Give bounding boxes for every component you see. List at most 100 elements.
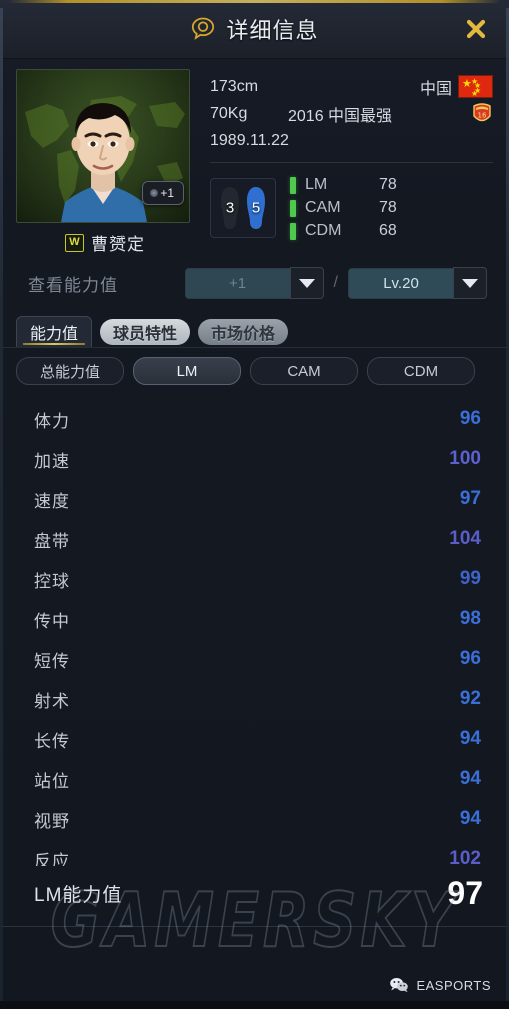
stat-value: 99 (459, 568, 481, 589)
chevron-down-icon (298, 278, 315, 288)
season-medal-icon: 16 (471, 102, 493, 126)
player-face (61, 103, 147, 222)
stat-value: 97 (459, 488, 481, 509)
stat-name: 视野 (34, 811, 70, 831)
position-value: 68 (379, 222, 397, 239)
stat-value: 96 (459, 648, 481, 669)
position-bar-icon (290, 199, 296, 217)
page-title: 详细信息 (226, 18, 319, 43)
foot-ratings: 3 5 (210, 178, 276, 238)
subtab-cam[interactable]: CAM (250, 357, 358, 385)
stat-row: 体力 96 (0, 399, 509, 439)
stat-row: 射术 92 (0, 679, 509, 719)
player-nation: 中国 ★ ★ ★ ★ ★ (420, 75, 493, 99)
stat-value: 94 (459, 808, 481, 829)
stat-name: 加速 (34, 451, 70, 471)
stat-value: 102 (449, 848, 481, 866)
player-name-badge: W (65, 233, 84, 252)
boost-select-value[interactable]: +1 (184, 267, 290, 299)
close-icon[interactable] (461, 14, 491, 44)
player-photo-column: +1 W 曹赟定 (16, 69, 194, 255)
panel-left-frame (0, 8, 3, 1009)
player-detail-panel: 详细信息 +1 W 曹赟定 173cm 中国 ★ ★ ★ ★ ★ 70Kg 20… (0, 0, 509, 1009)
stat-name: 体力 (34, 411, 70, 431)
weak-foot-icon: 3 (219, 186, 241, 230)
weak-foot-value: 3 (225, 199, 235, 217)
stat-value: 100 (449, 448, 481, 469)
stat-row: 短传 96 (0, 639, 509, 679)
stat-name: 反应 (34, 851, 70, 867)
player-birthday: 1989.11.22 (210, 131, 289, 149)
player-photo: +1 (16, 69, 190, 223)
stat-name: 长传 (34, 731, 70, 751)
stat-row: 反应 102 (0, 839, 509, 866)
stat-name: 站位 (34, 771, 70, 791)
stat-value: 96 (459, 408, 481, 429)
stat-value: 94 (459, 728, 481, 749)
position-rating-list: LM 78 CAM 78 CDM 68 (290, 175, 419, 241)
panel-footer: EASPORTS (0, 927, 509, 1009)
stat-value: 98 (459, 608, 481, 629)
stat-name: 射术 (34, 691, 70, 711)
position-bar-icon (290, 222, 296, 240)
player-name-row: W 曹赟定 (16, 230, 194, 255)
stat-row: 视野 94 (0, 799, 509, 839)
tab-abilities[interactable]: 能力值 (16, 316, 93, 347)
stat-name: 速度 (34, 491, 70, 511)
flag-star-4: ★ (471, 89, 479, 98)
info-divider (210, 162, 493, 163)
position-value: 78 (379, 199, 397, 216)
ability-selector-label: 查看能力值 (28, 275, 118, 295)
total-rating-label: LM能力值 (34, 884, 123, 906)
stat-row: 长传 94 (0, 719, 509, 759)
position-name: CDM (305, 222, 342, 239)
stat-value: 104 (449, 528, 481, 549)
total-rating-row: LM能力值 97 (0, 866, 509, 927)
position-row: LM 78 (290, 175, 419, 195)
china-flag-icon: ★ ★ ★ ★ ★ (458, 75, 493, 98)
strong-foot-value: 5 (251, 199, 261, 217)
player-summary: +1 W 曹赟定 173cm 中国 ★ ★ ★ ★ ★ 70Kg 2016 中国… (0, 59, 509, 255)
subtab-bar: 总能力值 LM CAM CDM (0, 348, 509, 393)
position-value: 78 (379, 176, 397, 193)
tab-bar: 能力值 球员特性 市场价格 (0, 313, 509, 348)
subtab-overall[interactable]: 总能力值 (16, 357, 124, 385)
stat-row: 站位 94 (0, 759, 509, 799)
player-weight: 70Kg (210, 104, 248, 122)
ability-selector-row: 查看能力值 +1 / Lv.20 (0, 255, 509, 313)
title-wrap: 详细信息 (190, 13, 318, 45)
player-nation-label: 中国 (419, 80, 452, 98)
panel-top-frame (8, 0, 501, 3)
stat-row: 速度 97 (0, 479, 509, 519)
boost-select-chevron-down-icon[interactable] (289, 267, 324, 299)
player-birthday-row: 1989.11.22 (210, 127, 493, 154)
stat-row: 控球 99 (0, 559, 509, 599)
tab-traits[interactable]: 球员特性 (100, 319, 191, 345)
stat-row: 传中 98 (0, 599, 509, 639)
position-row: CDM 68 (290, 221, 419, 241)
ability-selector-controls: +1 / Lv.20 (184, 267, 487, 299)
panel-bottom-bar (0, 1001, 509, 1009)
position-name: LM (305, 176, 328, 193)
position-bar-icon (290, 176, 296, 194)
chevron-down-icon (462, 278, 478, 288)
plus-badge-dot (150, 189, 159, 197)
strong-foot-icon: 5 (245, 186, 267, 230)
level-select-chevron-down-icon[interactable] (453, 267, 487, 299)
easports-label: EASPORTS (416, 977, 491, 993)
search-bubble-icon (190, 16, 216, 42)
stat-name: 控球 (34, 571, 70, 591)
total-rating-value: 97 (447, 875, 483, 911)
ability-stat-list: 体力 96 加速 100 速度 97 盘带 104 控球 99 传中 98 短传… (0, 393, 509, 866)
player-height-row: 173cm 中国 ★ ★ ★ ★ ★ (210, 73, 493, 100)
photo-plus-badge: +1 (142, 181, 184, 205)
stat-name: 短传 (34, 651, 70, 671)
svg-text:16: 16 (478, 111, 487, 119)
tab-market-price[interactable]: 市场价格 (198, 319, 289, 345)
player-height: 173cm (210, 77, 259, 95)
level-select-value[interactable]: Lv.20 (348, 267, 453, 299)
player-season: 2016 中国最强 (288, 107, 393, 125)
subtab-cdm[interactable]: CDM (367, 357, 475, 385)
titlebar: 详细信息 (0, 0, 509, 59)
subtab-lm[interactable]: LM (133, 357, 241, 385)
